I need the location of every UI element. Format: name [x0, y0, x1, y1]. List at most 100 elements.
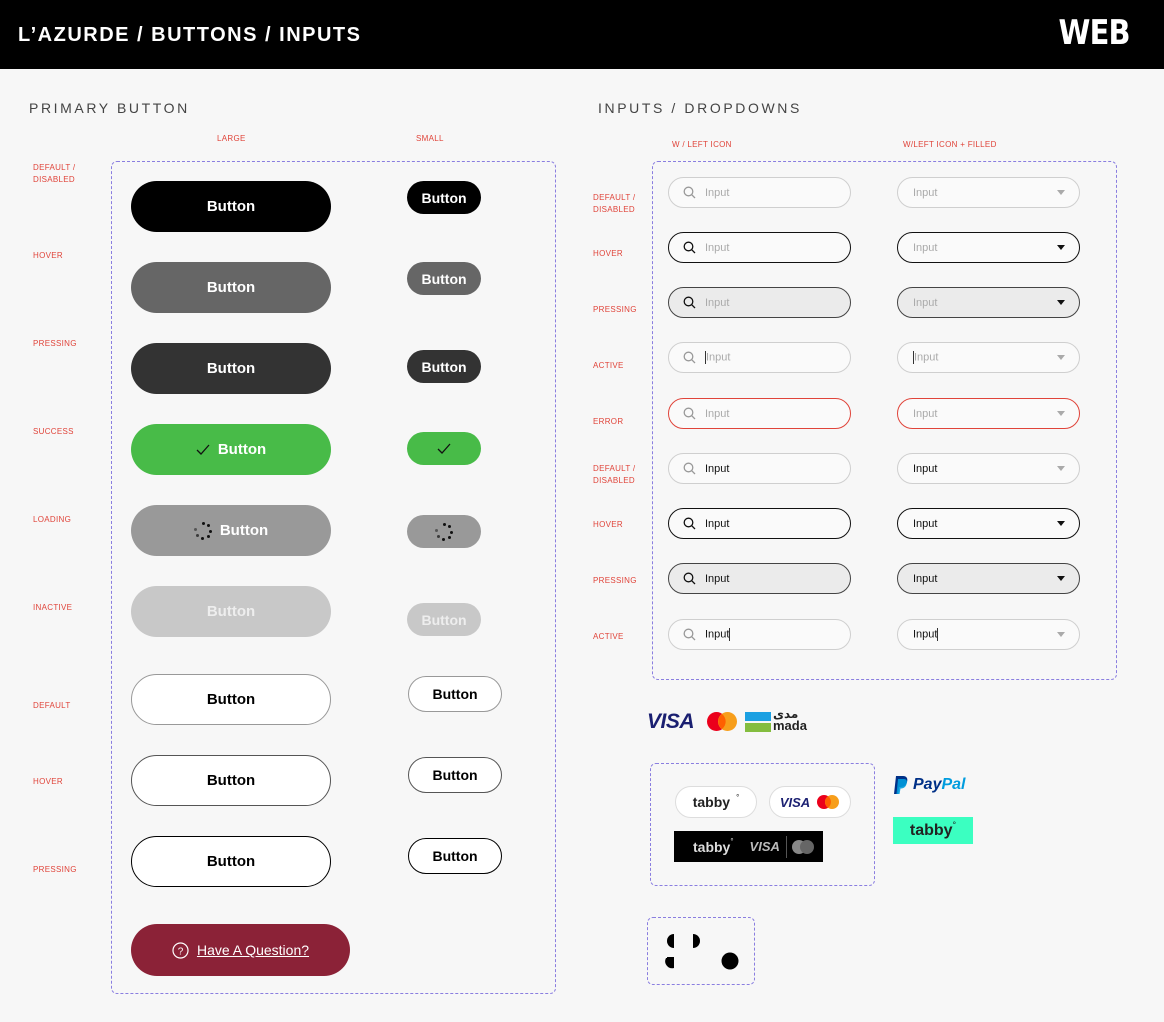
text-cursor: [729, 628, 731, 641]
dropdown-value: Input: [913, 462, 938, 475]
button-label: Button: [219, 522, 269, 539]
state-label: HOVER: [593, 249, 623, 258]
state-label: INACTIVE: [33, 603, 73, 612]
chevron-down-icon: [1057, 466, 1065, 471]
dropdown-placeholder: Input: [914, 351, 939, 364]
tabby-degree-icon: °: [736, 792, 740, 802]
search-input-hover[interactable]: Input: [668, 232, 851, 263]
dropdown-default[interactable]: Input: [897, 177, 1080, 208]
divider: [785, 835, 787, 858]
chevron-down-icon: [1057, 190, 1065, 195]
button-large-outline-default[interactable]: Button: [131, 674, 331, 725]
col-label-small: SMALL: [416, 134, 444, 143]
paypal-pay-label: Pay: [913, 776, 942, 793]
button-label: Button: [432, 767, 478, 783]
input-placeholder: Input: [705, 241, 730, 254]
page-title: L’AZURDE / BUTTONS / INPUTS: [18, 24, 362, 46]
dropdown-filled-pressing[interactable]: Input: [897, 563, 1080, 594]
state-label: SUCCESS: [33, 427, 74, 436]
state-label: HOVER: [33, 777, 63, 786]
input-placeholder: Input: [706, 351, 731, 364]
paypal-pal-label: Pal: [941, 776, 966, 793]
dropdown-filled-default[interactable]: Input: [897, 453, 1080, 484]
check-icon: [196, 444, 210, 455]
dropdown-value: Input: [913, 517, 938, 530]
search-input-filled-default[interactable]: Input: [668, 453, 851, 484]
mastercard-icon: [817, 795, 840, 809]
search-input-filled-active[interactable]: Input: [668, 619, 851, 650]
search-input-error[interactable]: Input: [668, 398, 851, 429]
button-label: Button: [432, 848, 478, 864]
dropdown-placeholder: Input: [913, 186, 938, 199]
search-input-active[interactable]: Input: [668, 342, 851, 373]
tabby-badge-white[interactable]: tabby °: [675, 786, 757, 818]
dropdown-pressing[interactable]: Input: [897, 287, 1080, 318]
button-label: Button: [421, 270, 467, 287]
dropdown-filled-hover[interactable]: Input: [897, 508, 1080, 539]
question-label: Have A Question?: [196, 942, 310, 958]
tabby-degree-icon: °: [730, 837, 734, 846]
paypal-logo: PayPal: [893, 775, 965, 795]
tabby-label: tabby: [693, 838, 731, 855]
search-icon: [683, 572, 696, 585]
button-label: Button: [432, 686, 478, 702]
question-icon: ?: [172, 941, 189, 959]
dropdown-placeholder: Input: [913, 241, 938, 254]
chevron-down-icon: [1057, 632, 1065, 637]
search-icon: [683, 296, 696, 309]
dropdown-filled-active[interactable]: Input: [897, 619, 1080, 650]
search-icon: [683, 241, 696, 254]
button-small-pressing[interactable]: Button: [407, 350, 481, 383]
button-large-loading[interactable]: Button: [131, 505, 331, 556]
search-icon: [683, 517, 696, 530]
search-input-default[interactable]: Input: [668, 177, 851, 208]
button-large-outline-hover[interactable]: Button: [131, 755, 331, 806]
text-cursor: [937, 628, 939, 641]
mada-latin-label: mada: [773, 718, 807, 733]
search-input-filled-hover[interactable]: Input: [668, 508, 851, 539]
tabby-label: tabby: [909, 821, 953, 839]
state-label: DEFAULT / DISABLED: [33, 163, 76, 184]
input-value: Input: [705, 517, 730, 530]
state-label: PRESSING: [593, 576, 637, 585]
button-label: Button: [206, 691, 256, 708]
state-label: LOADING: [33, 515, 72, 524]
button-label: Button: [206, 279, 256, 296]
button-large-hover[interactable]: Button: [131, 262, 331, 313]
state-label: HOVER: [593, 520, 623, 529]
visa-logo: VISA: [647, 710, 695, 733]
button-small-outline-hover[interactable]: Button: [408, 757, 502, 793]
mada-stripes-icon: [745, 712, 771, 732]
button-large-outline-pressing[interactable]: Button: [131, 836, 331, 887]
button-large-pressing[interactable]: Button: [131, 343, 331, 394]
button-large-success[interactable]: Button: [131, 424, 331, 475]
button-label: Button: [206, 198, 256, 215]
chevron-down-icon: [1057, 245, 1065, 250]
input-placeholder: Input: [705, 186, 730, 199]
payment-badge-dark[interactable]: tabby ° VISA: [674, 831, 823, 862]
dropdown-error[interactable]: Input: [897, 398, 1080, 429]
search-input-filled-pressing[interactable]: Input: [668, 563, 851, 594]
dropdown-active[interactable]: Input: [897, 342, 1080, 373]
button-large-default[interactable]: Button: [131, 181, 331, 232]
button-small-outline-pressing[interactable]: Button: [408, 838, 502, 874]
button-small-outline-default[interactable]: Button: [408, 676, 502, 712]
have-a-question-button[interactable]: ? Have A Question?: [131, 924, 350, 976]
visa-mastercard-badge-white[interactable]: VISA: [769, 786, 851, 818]
button-small-default[interactable]: Button: [407, 181, 481, 214]
button-small-success[interactable]: [407, 432, 481, 465]
chevron-down-icon: [1057, 411, 1065, 416]
paypal-icon: [894, 776, 908, 794]
button-small-inactive: Button: [407, 603, 481, 636]
button-small-hover[interactable]: Button: [407, 262, 481, 295]
svg-text:?: ?: [178, 946, 184, 957]
mada-logo: مدى mada: [773, 708, 807, 732]
dropdown-hover[interactable]: Input: [897, 232, 1080, 263]
button-label: Button: [206, 853, 256, 870]
search-input-pressing[interactable]: Input: [668, 287, 851, 318]
input-value: Input: [705, 628, 730, 641]
button-small-loading[interactable]: [407, 515, 481, 548]
visa-label: VISA: [749, 839, 780, 854]
state-label: DEFAULT / DISABLED: [593, 464, 636, 485]
input-value: Input: [705, 462, 730, 475]
